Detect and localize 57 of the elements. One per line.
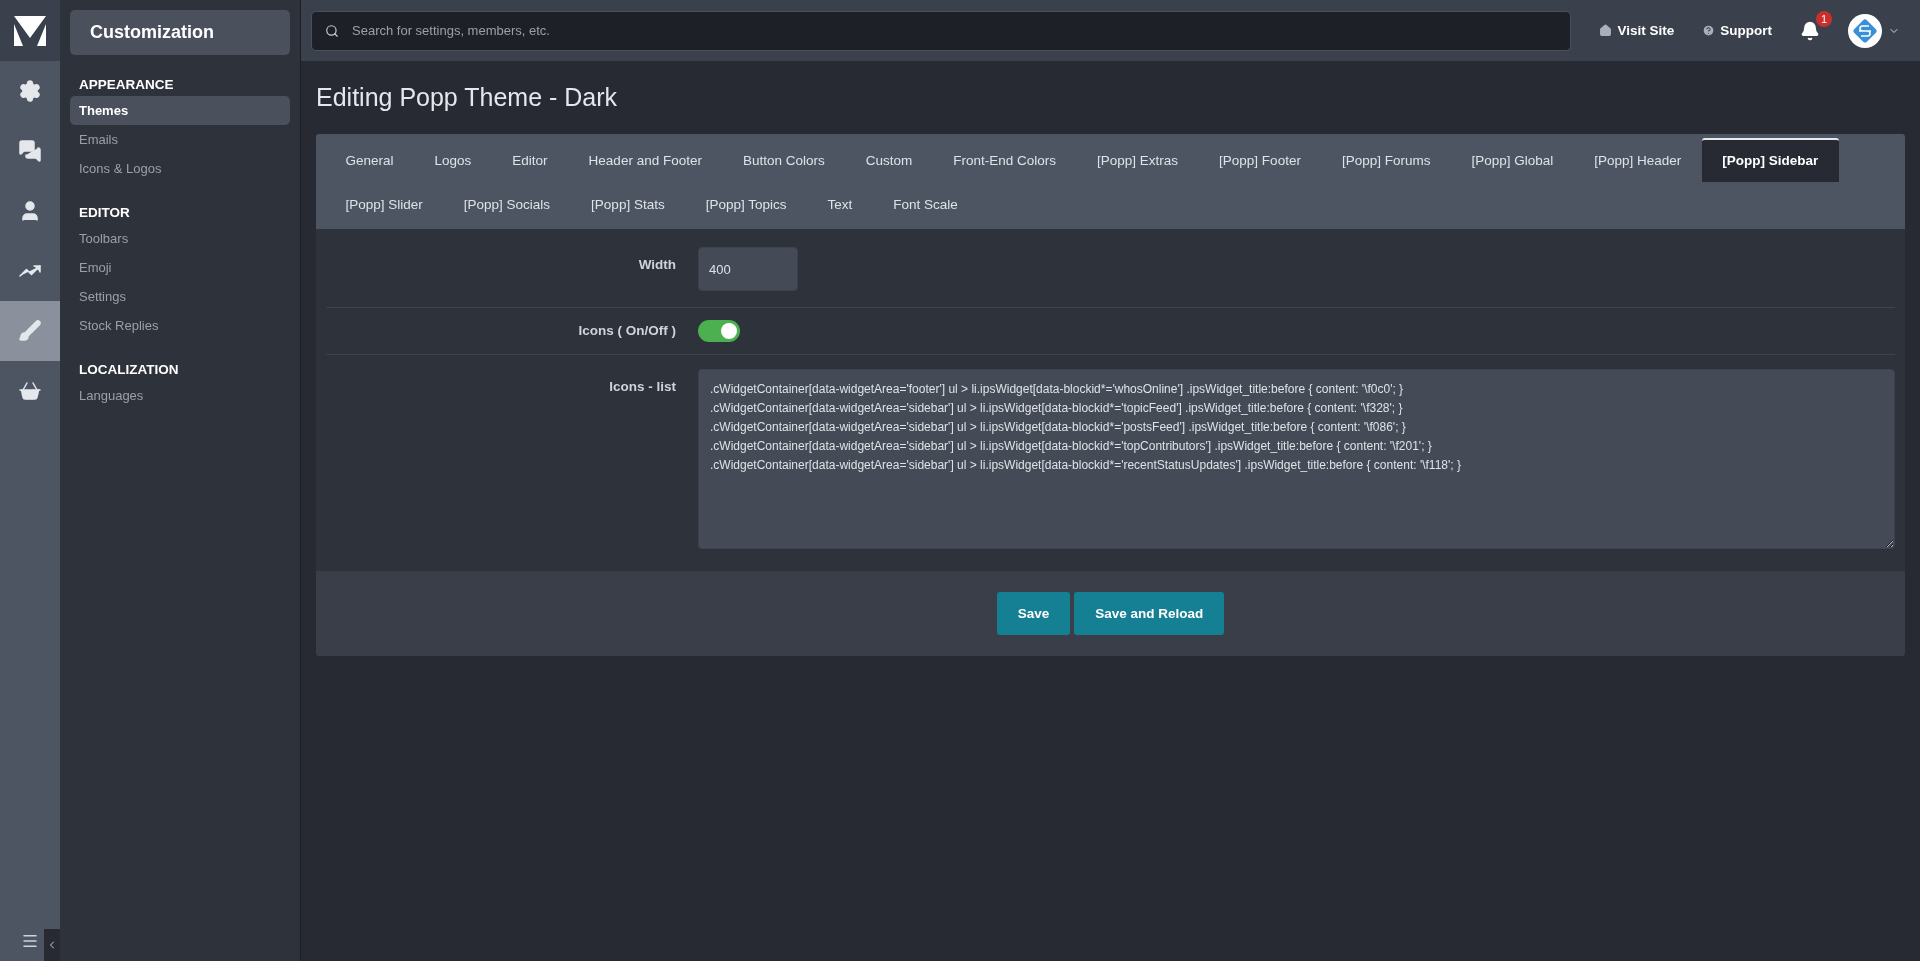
bell-icon[interactable] (1800, 20, 1820, 41)
tab[interactable]: [Popp] Header (1573, 138, 1702, 182)
menu-icon[interactable] (21, 932, 39, 950)
rail-button[interactable] (0, 301, 60, 361)
nav-item[interactable]: Themes (70, 96, 290, 125)
tab[interactable]: Header and Footer (568, 138, 723, 182)
gears-icon (18, 79, 42, 103)
tab[interactable]: [Popp] Global (1450, 138, 1574, 182)
nav-item[interactable]: Icons & Logos (70, 154, 290, 183)
nav-heading: LOCALIZATION (79, 362, 180, 377)
top-link[interactable]: Visit Site (1599, 23, 1675, 38)
tab[interactable]: Editor (491, 138, 569, 182)
house-icon (1599, 24, 1613, 37)
tab[interactable]: [Popp] Extras (1076, 138, 1199, 182)
tab[interactable]: [Popp] Footer (1198, 138, 1322, 182)
logo-icon[interactable] (14, 15, 46, 46)
tab[interactable]: Text (806, 182, 873, 226)
search-icon (325, 23, 339, 38)
page-title: Editing Popp Theme - Dark (316, 83, 619, 112)
chat-bubbles-icon (18, 139, 42, 163)
nav-item[interactable]: Settings (70, 282, 290, 311)
notification-badge: 1 (1816, 10, 1832, 27)
basket-icon (18, 379, 42, 403)
nav-heading: EDITOR (79, 205, 131, 220)
tab[interactable]: [Popp] Slider (325, 182, 444, 226)
save-button[interactable]: Save (996, 592, 1071, 635)
tab[interactable]: Font Scale (872, 182, 979, 226)
nav-item[interactable]: Languages (70, 381, 290, 410)
tab[interactable]: [Popp] Socials (443, 182, 571, 226)
input-field[interactable]: 400 (698, 247, 798, 291)
top-link[interactable]: Support (1702, 23, 1772, 38)
field-label: Icons - list (609, 378, 676, 394)
brush-icon (18, 319, 42, 343)
tab[interactable]: Logos (414, 138, 492, 182)
nav-item[interactable]: Emoji (70, 253, 290, 282)
tab[interactable]: Custom (845, 138, 933, 182)
tab[interactable]: [Popp] Topics (685, 182, 807, 226)
nav-item[interactable]: Toolbars (70, 224, 290, 253)
avatar-icon[interactable] (1848, 13, 1882, 48)
tab[interactable]: [Popp] Stats (570, 182, 686, 226)
nav-heading: APPEARANCE (79, 77, 175, 92)
tab[interactable]: [Popp] Forums (1321, 138, 1451, 182)
save-button[interactable]: Save and Reload (1074, 592, 1225, 635)
nav-item[interactable]: Stock Replies (70, 311, 290, 340)
field-label: Icons ( On/Off ) (578, 322, 676, 338)
field-label: Width (638, 256, 676, 272)
question-icon (1702, 24, 1716, 37)
tab[interactable]: Button Colors (722, 138, 846, 182)
tab[interactable]: General (325, 138, 415, 182)
collapse-button[interactable] (44, 929, 60, 961)
section-title: Customization (70, 10, 290, 55)
nav-item[interactable]: Emails (70, 125, 290, 154)
search-field[interactable]: Search for settings, members, etc. (311, 10, 1572, 51)
code-textarea[interactable]: .cWidgetContainer[data-widgetArea='footer'] ul > li.ipsWidget[data-blockid*='whosOnline'] .ipsWidget_title:before { content: '\f0c0'; } .cWidgetContainer[data-widgetArea='sidebar'] ul > li.ipsWidget[data-blockid*='topicFeed'] .ipsWidget_title:before { content: '\f328'; } .cWidgetContainer[data-widgetArea='sidebar'] ul > li.ipsWidget[data-blockid*='postsFeed'] .ipsWidget_title:before { content: '\f086'; } .cWidgetContainer[data-widgetArea='sidebar'] ul > li.ipsWidget[data-blockid*='topContributors'] .ipsWidget_title:before { content: '\f201'; } .cWidgetContainer[data-widgetArea='sidebar'] ul > li.ipsWidget[data-blockid*='recentStatusUpdates'] .ipsWidget_title:before { content: '\f118'; } (698, 369, 1895, 549)
tab[interactable]: Front-End Colors (932, 138, 1077, 182)
tab[interactable]: [Popp] Sidebar (1701, 138, 1839, 182)
toggle-switch[interactable] (698, 320, 740, 342)
